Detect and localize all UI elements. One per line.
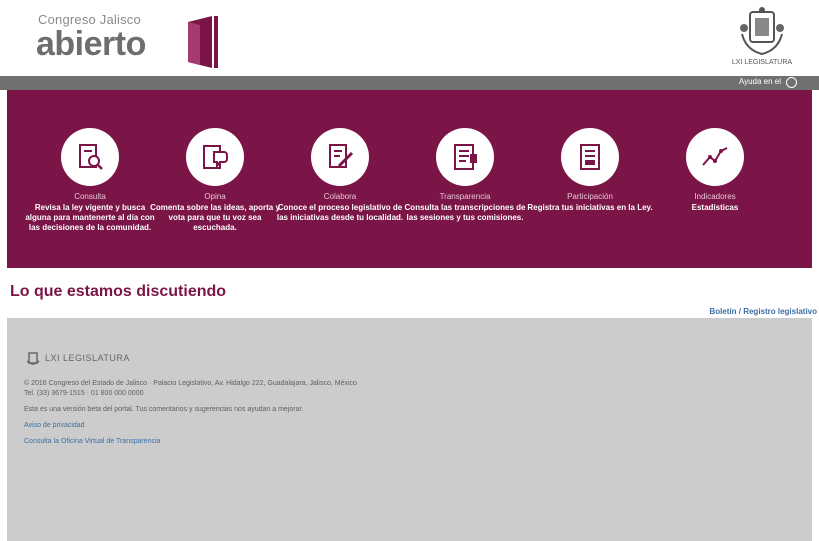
- feature-desc: Conoce el proceso legislativo de las ini…: [276, 203, 404, 222]
- footer-seal-icon: [26, 352, 40, 365]
- speech-bubble-icon[interactable]: [186, 128, 244, 186]
- footer-note: Esta es una versión beta del portal. Tus…: [24, 406, 304, 413]
- feature-desc: Registra tus iniciativas en la Ley.: [527, 203, 653, 212]
- door-icon: [188, 16, 218, 68]
- site-logo[interactable]: Congreso Jalisco abierto: [36, 10, 218, 68]
- document-list-icon[interactable]: [436, 128, 494, 186]
- globe-icon[interactable]: [786, 77, 797, 88]
- search-document-icon[interactable]: [61, 128, 119, 186]
- feature-title: Participación: [567, 192, 613, 201]
- seal-icon: [740, 7, 784, 56]
- feature-participacion[interactable]: Participación Registra tus iniciativas e…: [525, 128, 655, 213]
- feature-title: Opina: [204, 192, 226, 201]
- features-band: Consulta Revisa la ley vigente y busca a…: [7, 90, 812, 268]
- top-bar: Ayuda en el: [0, 76, 819, 90]
- footer-logo-text: LXI LEGISLATURA: [45, 353, 130, 363]
- logo-line2: abierto: [36, 25, 146, 63]
- footer-address: © 2016 Congreso del Estado de Jalisco · …: [24, 380, 357, 387]
- feature-title: Colabora: [323, 192, 357, 201]
- feature-title: Transparencia: [439, 192, 491, 201]
- feature-desc: Estadísticas: [691, 203, 739, 212]
- site-footer: LXI LEGISLATURA © 2016 Congreso del Esta…: [7, 318, 812, 541]
- feature-consulta[interactable]: Consulta Revisa la ley vigente y busca a…: [25, 128, 155, 233]
- checklist-document-icon[interactable]: [561, 128, 619, 186]
- statistics-chart-icon[interactable]: [686, 128, 744, 186]
- feature-opina[interactable]: Opina Comenta sobre las ideas, aporta y …: [150, 128, 280, 233]
- discussion-more-link[interactable]: Boletín / Registro legislativo: [709, 307, 817, 316]
- state-seal[interactable]: LXI LEGISLATURA: [722, 6, 802, 70]
- footer-phone: Tel. (33) 3679-1515 · 01 800 000 0000: [24, 390, 144, 397]
- language-link[interactable]: Ayuda en el: [739, 77, 781, 86]
- page: Congreso Jalisco abierto LXI LEGISLATURA…: [0, 0, 819, 541]
- feature-title: Consulta: [74, 192, 106, 201]
- footer-link-transparency[interactable]: Consulta la Oficina Virtual de Transpare…: [24, 438, 160, 445]
- edit-document-icon[interactable]: [311, 128, 369, 186]
- feature-indicadores[interactable]: Indicadores Estadísticas: [650, 128, 780, 213]
- feature-transparencia[interactable]: Transparencia Consulta las transcripcion…: [400, 128, 530, 223]
- seal-caption: LXI LEGISLATURA: [731, 59, 793, 66]
- feature-title: Indicadores: [694, 192, 736, 201]
- site-header: Congreso Jalisco abierto LXI LEGISLATURA: [0, 0, 819, 76]
- feature-desc: Consulta las transcripciones de las sesi…: [404, 203, 526, 222]
- discussion-heading: Lo que estamos discutiendo: [10, 283, 227, 300]
- feature-colabora[interactable]: Colabora Conoce el proceso legislativo d…: [275, 128, 405, 223]
- feature-desc: Comenta sobre las ideas, aporta y vota p…: [150, 203, 280, 232]
- footer-link-privacy[interactable]: Aviso de privacidad: [24, 422, 85, 429]
- feature-desc: Revisa la ley vigente y busca alguna par…: [25, 203, 155, 232]
- footer-logo[interactable]: LXI LEGISLATURA: [25, 351, 155, 367]
